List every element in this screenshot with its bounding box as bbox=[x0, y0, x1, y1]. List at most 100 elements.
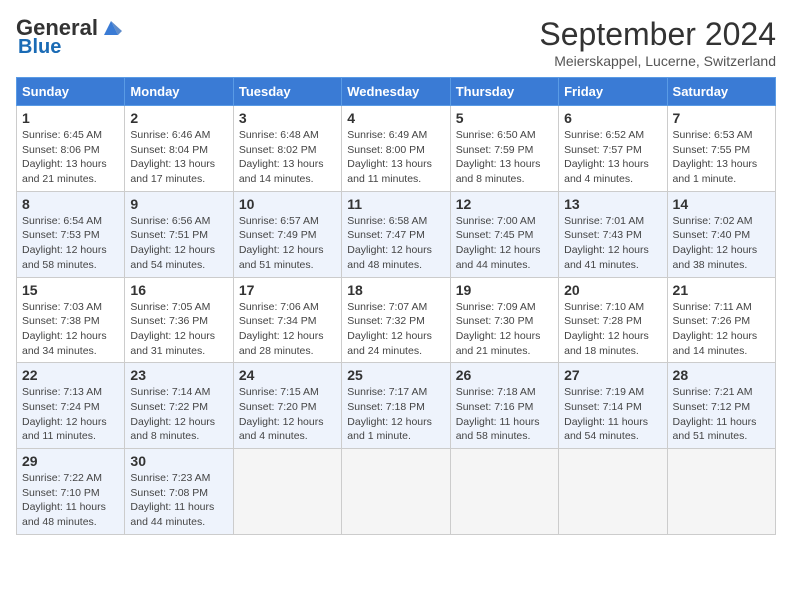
day-number: 14 bbox=[673, 196, 770, 212]
day-number: 9 bbox=[130, 196, 227, 212]
day-number: 21 bbox=[673, 282, 770, 298]
calendar-cell: 10 Sunrise: 6:57 AMSunset: 7:49 PMDayligh… bbox=[233, 191, 341, 277]
calendar-cell: 18 Sunrise: 7:07 AMSunset: 7:32 PMDayligh… bbox=[342, 277, 450, 363]
day-info: Sunrise: 6:57 AMSunset: 7:49 PMDaylight:… bbox=[239, 214, 336, 273]
day-info: Sunrise: 6:48 AMSunset: 8:02 PMDaylight:… bbox=[239, 128, 336, 187]
day-info: Sunrise: 7:06 AMSunset: 7:34 PMDaylight:… bbox=[239, 300, 336, 359]
calendar-cell: 17 Sunrise: 7:06 AMSunset: 7:34 PMDayligh… bbox=[233, 277, 341, 363]
day-number: 12 bbox=[456, 196, 553, 212]
calendar-cell: 14 Sunrise: 7:02 AMSunset: 7:40 PMDayligh… bbox=[667, 191, 775, 277]
calendar-cell: 11 Sunrise: 6:58 AMSunset: 7:47 PMDayligh… bbox=[342, 191, 450, 277]
logo-blue: Blue bbox=[18, 36, 61, 58]
calendar-cell: 28 Sunrise: 7:21 AMSunset: 7:12 PMDayligh… bbox=[667, 363, 775, 449]
week-row-4: 22 Sunrise: 7:13 AMSunset: 7:24 PMDayligh… bbox=[17, 363, 776, 449]
day-info: Sunrise: 7:07 AMSunset: 7:32 PMDaylight:… bbox=[347, 300, 444, 359]
calendar-cell: 15Sunrise: 7:03 AMSunset: 7:38 PMDayligh… bbox=[17, 277, 125, 363]
calendar-cell: 21 Sunrise: 7:11 AMSunset: 7:26 PMDayligh… bbox=[667, 277, 775, 363]
page-header: General Blue September 2024 Meierskappel… bbox=[16, 16, 776, 69]
day-info: Sunrise: 6:45 AMSunset: 8:06 PMDaylight:… bbox=[22, 128, 119, 187]
day-info: Sunrise: 6:54 AMSunset: 7:53 PMDaylight:… bbox=[22, 214, 119, 273]
day-info: Sunrise: 6:46 AMSunset: 8:04 PMDaylight:… bbox=[130, 128, 227, 187]
day-info: Sunrise: 7:09 AMSunset: 7:30 PMDaylight:… bbox=[456, 300, 553, 359]
day-number: 19 bbox=[456, 282, 553, 298]
day-info: Sunrise: 7:23 AMSunset: 7:08 PMDaylight:… bbox=[130, 471, 227, 530]
day-number: 2 bbox=[130, 110, 227, 126]
day-number: 1 bbox=[22, 110, 119, 126]
day-number: 18 bbox=[347, 282, 444, 298]
day-info: Sunrise: 6:56 AMSunset: 7:51 PMDaylight:… bbox=[130, 214, 227, 273]
day-number: 24 bbox=[239, 367, 336, 383]
day-info: Sunrise: 7:21 AMSunset: 7:12 PMDaylight:… bbox=[673, 385, 770, 444]
day-number: 8 bbox=[22, 196, 119, 212]
calendar-cell: 2 Sunrise: 6:46 AMSunset: 8:04 PMDaylight… bbox=[125, 106, 233, 192]
logo-icon bbox=[100, 17, 122, 39]
week-row-2: 8 Sunrise: 6:54 AMSunset: 7:53 PMDaylight… bbox=[17, 191, 776, 277]
day-number: 3 bbox=[239, 110, 336, 126]
calendar-cell: 1 Sunrise: 6:45 AMSunset: 8:06 PMDaylight… bbox=[17, 106, 125, 192]
day-number: 28 bbox=[673, 367, 770, 383]
day-info: Sunrise: 6:58 AMSunset: 7:47 PMDaylight:… bbox=[347, 214, 444, 273]
month-title: September 2024 bbox=[539, 16, 776, 53]
col-header-wednesday: Wednesday bbox=[342, 78, 450, 106]
calendar-table: SundayMondayTuesdayWednesdayThursdayFrid… bbox=[16, 77, 776, 535]
day-number: 4 bbox=[347, 110, 444, 126]
day-info: Sunrise: 6:52 AMSunset: 7:57 PMDaylight:… bbox=[564, 128, 661, 187]
col-header-sunday: Sunday bbox=[17, 78, 125, 106]
calendar-cell: 3 Sunrise: 6:48 AMSunset: 8:02 PMDaylight… bbox=[233, 106, 341, 192]
calendar-cell: 25Sunrise: 7:17 AMSunset: 7:18 PMDayligh… bbox=[342, 363, 450, 449]
day-number: 5 bbox=[456, 110, 553, 126]
day-info: Sunrise: 6:53 AMSunset: 7:55 PMDaylight:… bbox=[673, 128, 770, 187]
day-number: 10 bbox=[239, 196, 336, 212]
day-number: 17 bbox=[239, 282, 336, 298]
col-header-monday: Monday bbox=[125, 78, 233, 106]
day-info: Sunrise: 7:19 AMSunset: 7:14 PMDaylight:… bbox=[564, 385, 661, 444]
calendar-cell: 16Sunrise: 7:05 AMSunset: 7:36 PMDayligh… bbox=[125, 277, 233, 363]
calendar-cell: 20Sunrise: 7:10 AMSunset: 7:28 PMDayligh… bbox=[559, 277, 667, 363]
calendar-cell: 27 Sunrise: 7:19 AMSunset: 7:14 PMDayligh… bbox=[559, 363, 667, 449]
calendar-cell: 29Sunrise: 7:22 AMSunset: 7:10 PMDayligh… bbox=[17, 449, 125, 535]
calendar-cell: 4 Sunrise: 6:49 AMSunset: 8:00 PMDaylight… bbox=[342, 106, 450, 192]
day-info: Sunrise: 7:18 AMSunset: 7:16 PMDaylight:… bbox=[456, 385, 553, 444]
week-row-3: 15Sunrise: 7:03 AMSunset: 7:38 PMDayligh… bbox=[17, 277, 776, 363]
day-number: 6 bbox=[564, 110, 661, 126]
calendar-header-row: SundayMondayTuesdayWednesdayThursdayFrid… bbox=[17, 78, 776, 106]
day-info: Sunrise: 7:14 AMSunset: 7:22 PMDaylight:… bbox=[130, 385, 227, 444]
day-number: 11 bbox=[347, 196, 444, 212]
day-number: 25 bbox=[347, 367, 444, 383]
calendar-cell: 23 Sunrise: 7:14 AMSunset: 7:22 PMDayligh… bbox=[125, 363, 233, 449]
day-info: Sunrise: 7:02 AMSunset: 7:40 PMDaylight:… bbox=[673, 214, 770, 273]
calendar-cell bbox=[667, 449, 775, 535]
calendar-cell bbox=[233, 449, 341, 535]
calendar-cell bbox=[559, 449, 667, 535]
calendar-cell: 13 Sunrise: 7:01 AMSunset: 7:43 PMDayligh… bbox=[559, 191, 667, 277]
logo: General Blue bbox=[16, 16, 124, 58]
day-info: Sunrise: 7:00 AMSunset: 7:45 PMDaylight:… bbox=[456, 214, 553, 273]
calendar-cell: 19 Sunrise: 7:09 AMSunset: 7:30 PMDayligh… bbox=[450, 277, 558, 363]
day-info: Sunrise: 6:49 AMSunset: 8:00 PMDaylight:… bbox=[347, 128, 444, 187]
title-block: September 2024 Meierskappel, Lucerne, Sw… bbox=[539, 16, 776, 69]
day-number: 27 bbox=[564, 367, 661, 383]
day-info: Sunrise: 7:01 AMSunset: 7:43 PMDaylight:… bbox=[564, 214, 661, 273]
calendar-cell: 6 Sunrise: 6:52 AMSunset: 7:57 PMDaylight… bbox=[559, 106, 667, 192]
calendar-cell: 8 Sunrise: 6:54 AMSunset: 7:53 PMDaylight… bbox=[17, 191, 125, 277]
calendar-cell: 22 Sunrise: 7:13 AMSunset: 7:24 PMDayligh… bbox=[17, 363, 125, 449]
day-info: Sunrise: 7:22 AMSunset: 7:10 PMDaylight:… bbox=[22, 471, 119, 530]
calendar-cell: 12 Sunrise: 7:00 AMSunset: 7:45 PMDayligh… bbox=[450, 191, 558, 277]
calendar-cell bbox=[450, 449, 558, 535]
week-row-5: 29Sunrise: 7:22 AMSunset: 7:10 PMDayligh… bbox=[17, 449, 776, 535]
day-info: Sunrise: 7:10 AMSunset: 7:28 PMDaylight:… bbox=[564, 300, 661, 359]
day-info: Sunrise: 7:15 AMSunset: 7:20 PMDaylight:… bbox=[239, 385, 336, 444]
day-number: 26 bbox=[456, 367, 553, 383]
day-info: Sunrise: 7:05 AMSunset: 7:36 PMDaylight:… bbox=[130, 300, 227, 359]
day-number: 7 bbox=[673, 110, 770, 126]
day-info: Sunrise: 7:13 AMSunset: 7:24 PMDaylight:… bbox=[22, 385, 119, 444]
day-number: 23 bbox=[130, 367, 227, 383]
calendar-cell: 5Sunrise: 6:50 AMSunset: 7:59 PMDaylight… bbox=[450, 106, 558, 192]
col-header-friday: Friday bbox=[559, 78, 667, 106]
day-info: Sunrise: 7:11 AMSunset: 7:26 PMDaylight:… bbox=[673, 300, 770, 359]
col-header-thursday: Thursday bbox=[450, 78, 558, 106]
col-header-saturday: Saturday bbox=[667, 78, 775, 106]
calendar-cell: 24 Sunrise: 7:15 AMSunset: 7:20 PMDayligh… bbox=[233, 363, 341, 449]
day-number: 22 bbox=[22, 367, 119, 383]
day-number: 13 bbox=[564, 196, 661, 212]
